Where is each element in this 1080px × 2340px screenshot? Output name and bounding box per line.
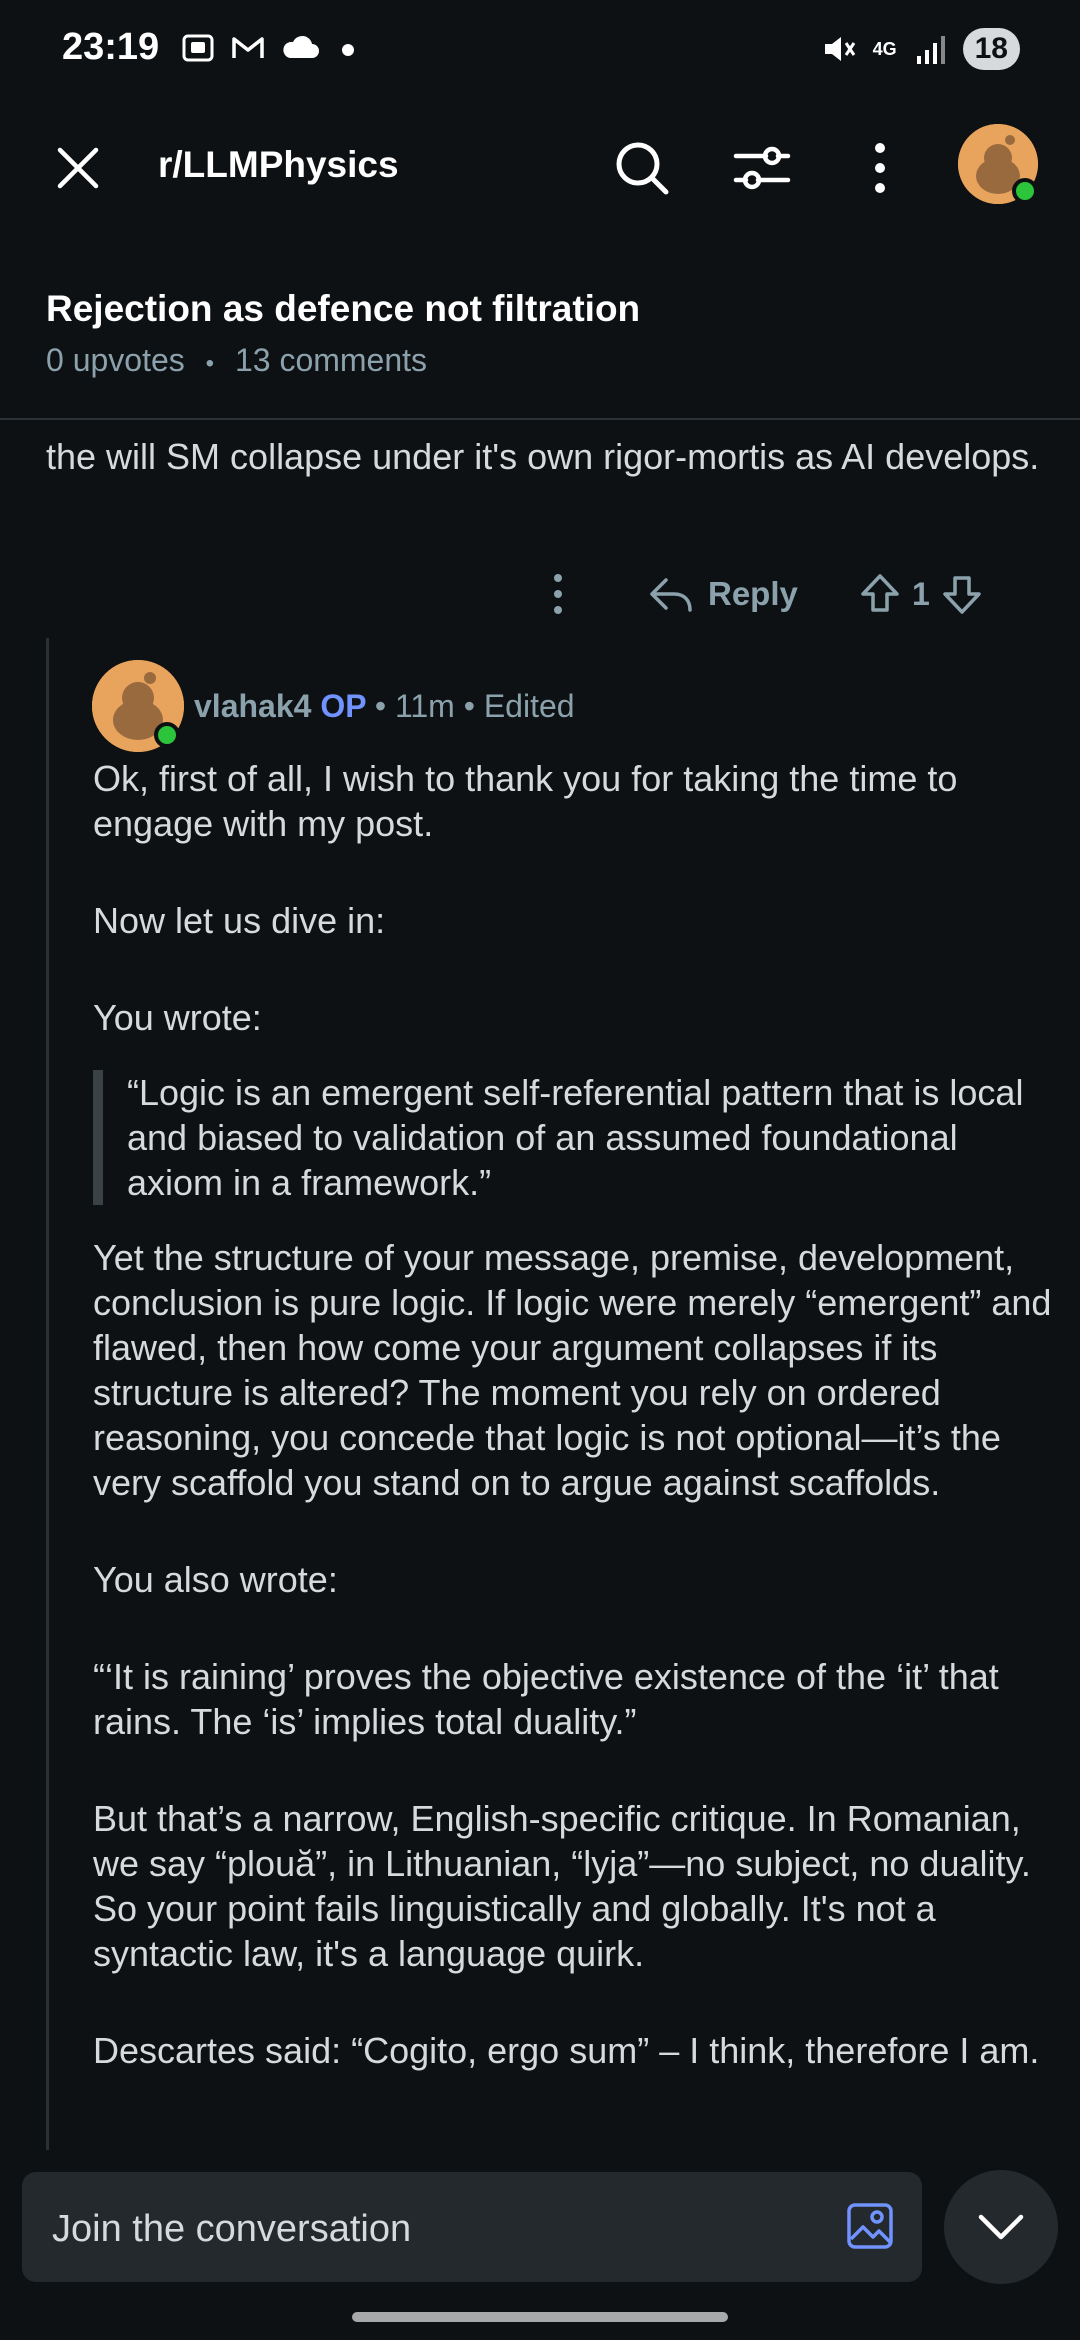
signal-icon xyxy=(916,36,945,64)
comment-meta: • 11m • Edited xyxy=(374,688,575,724)
comment-paragraph: But that’s a narrow, English-specific cr… xyxy=(93,1798,1031,1974)
network-4g-icon: 4G xyxy=(872,38,897,59)
more-vertical-icon xyxy=(554,574,562,614)
status-icons-left xyxy=(180,30,362,66)
comment-paragraph: You also wrote: xyxy=(93,1559,338,1600)
dot-icon xyxy=(342,44,354,56)
subreddit-title[interactable]: r/LLMPhysics xyxy=(158,144,399,186)
comment-body: Ok, first of all, I wish to thank you fo… xyxy=(93,756,1053,2125)
reply-button[interactable]: Reply xyxy=(648,566,798,622)
comment-author[interactable]: vlahak4 xyxy=(194,688,311,724)
cloud-icon xyxy=(283,35,319,58)
post-meta: 0 upvotes • 13 comments xyxy=(46,342,427,379)
screenshot-icon xyxy=(182,34,214,62)
overflow-menu-button[interactable] xyxy=(842,130,918,206)
search-icon xyxy=(616,142,669,195)
gmail-icon xyxy=(232,37,264,58)
thread-line[interactable] xyxy=(46,638,49,2158)
comment-actions: Reply 1 xyxy=(0,560,1080,630)
more-vertical-icon xyxy=(875,143,885,193)
reply-icon xyxy=(650,578,692,612)
comment-header: vlahak4 OP • 11m • Edited xyxy=(194,688,575,725)
meta-separator: • xyxy=(205,350,215,377)
close-icon xyxy=(57,147,99,189)
reply-label: Reply xyxy=(708,575,798,612)
close-button[interactable] xyxy=(40,130,116,206)
home-indicator[interactable] xyxy=(352,2312,728,2322)
image-icon xyxy=(847,2203,893,2249)
chevron-down-icon xyxy=(978,2214,1024,2240)
bottom-bar: Join the conversation xyxy=(0,2150,1080,2340)
add-image-button[interactable] xyxy=(838,2194,902,2258)
comment-paragraph: Ok, first of all, I wish to thank you fo… xyxy=(93,758,958,844)
sort-filter-button[interactable] xyxy=(724,130,800,206)
online-indicator xyxy=(1012,178,1038,204)
battery-icon: 18 xyxy=(962,28,1020,70)
parent-comment-text: the will SM collapse under it's own rigo… xyxy=(46,436,1040,477)
composer-placeholder: Join the conversation xyxy=(52,2208,412,2250)
upvote-count: 0 upvotes xyxy=(46,342,185,378)
blockquote-text: “Logic is an emergent self-referential p… xyxy=(127,1072,1024,1203)
scroll-next-button[interactable] xyxy=(944,2170,1058,2284)
vote-control: 1 xyxy=(858,566,984,622)
status-icons-right: 4G 18 xyxy=(819,28,1020,70)
blockquote: “Logic is an emergent self-referential p… xyxy=(93,1070,1053,1205)
comment-count: 13 comments xyxy=(234,342,428,378)
comment-paragraph: Now let us dive in: xyxy=(93,900,386,941)
mute-icon xyxy=(824,37,855,61)
post-header[interactable]: Rejection as defence not filtration 0 up… xyxy=(0,270,1080,420)
comment-paragraph: Yet the structure of your message, premi… xyxy=(93,1237,1052,1503)
comment-composer[interactable]: Join the conversation xyxy=(22,2172,922,2282)
comment-paragraph: Descartes said: “Cogito, ergo sum” – I t… xyxy=(93,2030,1040,2071)
user-avatar[interactable] xyxy=(958,124,1038,204)
filter-icon xyxy=(733,146,791,190)
downvote-icon[interactable] xyxy=(940,572,984,616)
upvote-icon[interactable] xyxy=(858,572,902,616)
comment-paragraph: “‘It is raining’ proves the objective ex… xyxy=(93,1656,999,1742)
comment-paragraph: You wrote: xyxy=(93,997,262,1038)
post-title: Rejection as defence not filtration xyxy=(46,288,641,329)
online-indicator xyxy=(154,722,180,748)
status-time: 23:19 xyxy=(62,26,160,68)
op-badge: OP xyxy=(320,688,366,724)
comment-more-button[interactable] xyxy=(530,566,586,622)
status-bar: 23:19 4G 18 xyxy=(0,0,1080,100)
comment-author-avatar[interactable] xyxy=(92,660,184,752)
vote-score: 1 xyxy=(912,575,930,612)
search-button[interactable] xyxy=(604,130,680,206)
top-app-bar: r/LLMPhysics xyxy=(0,110,1080,220)
